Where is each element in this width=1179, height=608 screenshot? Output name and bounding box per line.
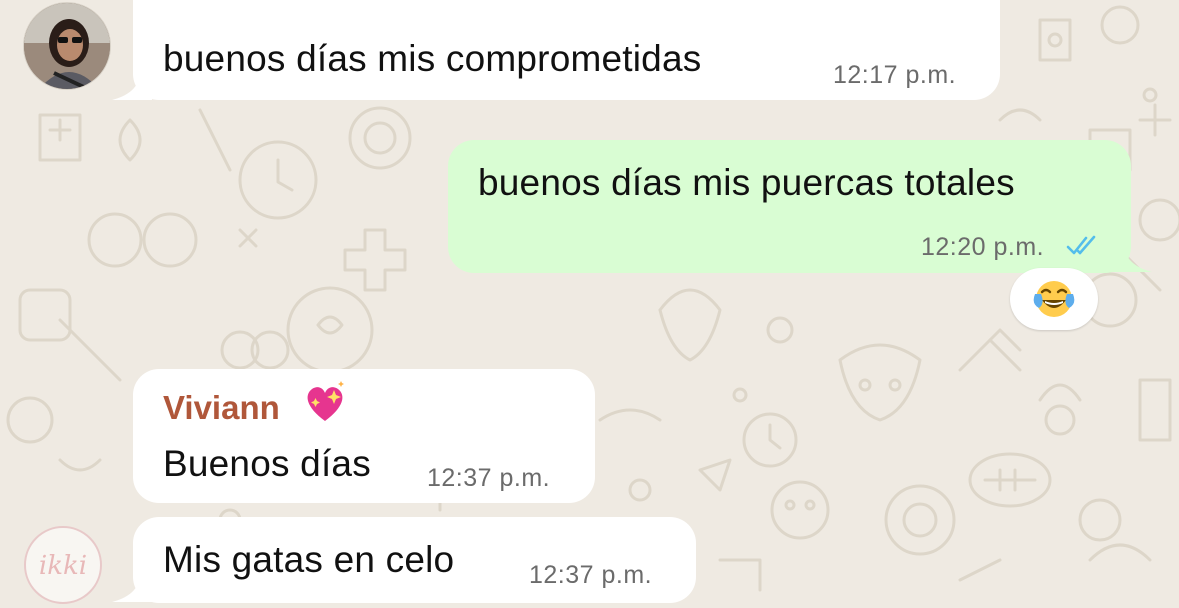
watermark-logo: ikki	[24, 526, 102, 604]
message-bubble-incoming[interactable]: Viviann Buenos días 12:37 p.m.	[133, 369, 595, 503]
double-check-icon	[1066, 235, 1096, 255]
message-timestamp: 12:20 p.m.	[921, 233, 1045, 261]
face-with-tears-of-joy-icon	[1033, 281, 1075, 317]
message-timestamp: 12:37 p.m.	[529, 561, 653, 589]
message-reaction[interactable]	[1010, 268, 1098, 330]
sparkling-heart-icon	[307, 381, 344, 421]
message-bubble-incoming[interactable]: buenos días mis comprometidas 12:17 p.m.	[133, 0, 1000, 100]
message-text: buenos días mis puercas totales	[478, 162, 1015, 203]
message-timestamp: 12:17 p.m.	[833, 61, 957, 89]
message-text: Mis gatas en celo	[163, 539, 455, 580]
message-text: Buenos días	[163, 443, 371, 484]
message-timestamp: 12:37 p.m.	[427, 464, 551, 492]
contact-avatar[interactable]	[23, 2, 111, 90]
message-text: buenos días mis comprometidas	[163, 38, 702, 79]
message-bubble-incoming[interactable]: Mis gatas en celo 12:37 p.m.	[133, 517, 696, 603]
watermark-text: ikki	[39, 551, 87, 581]
message-bubble-outgoing[interactable]: buenos días mis puercas totales 12:20 p.…	[448, 140, 1131, 273]
sender-name: Viviann	[163, 389, 280, 426]
